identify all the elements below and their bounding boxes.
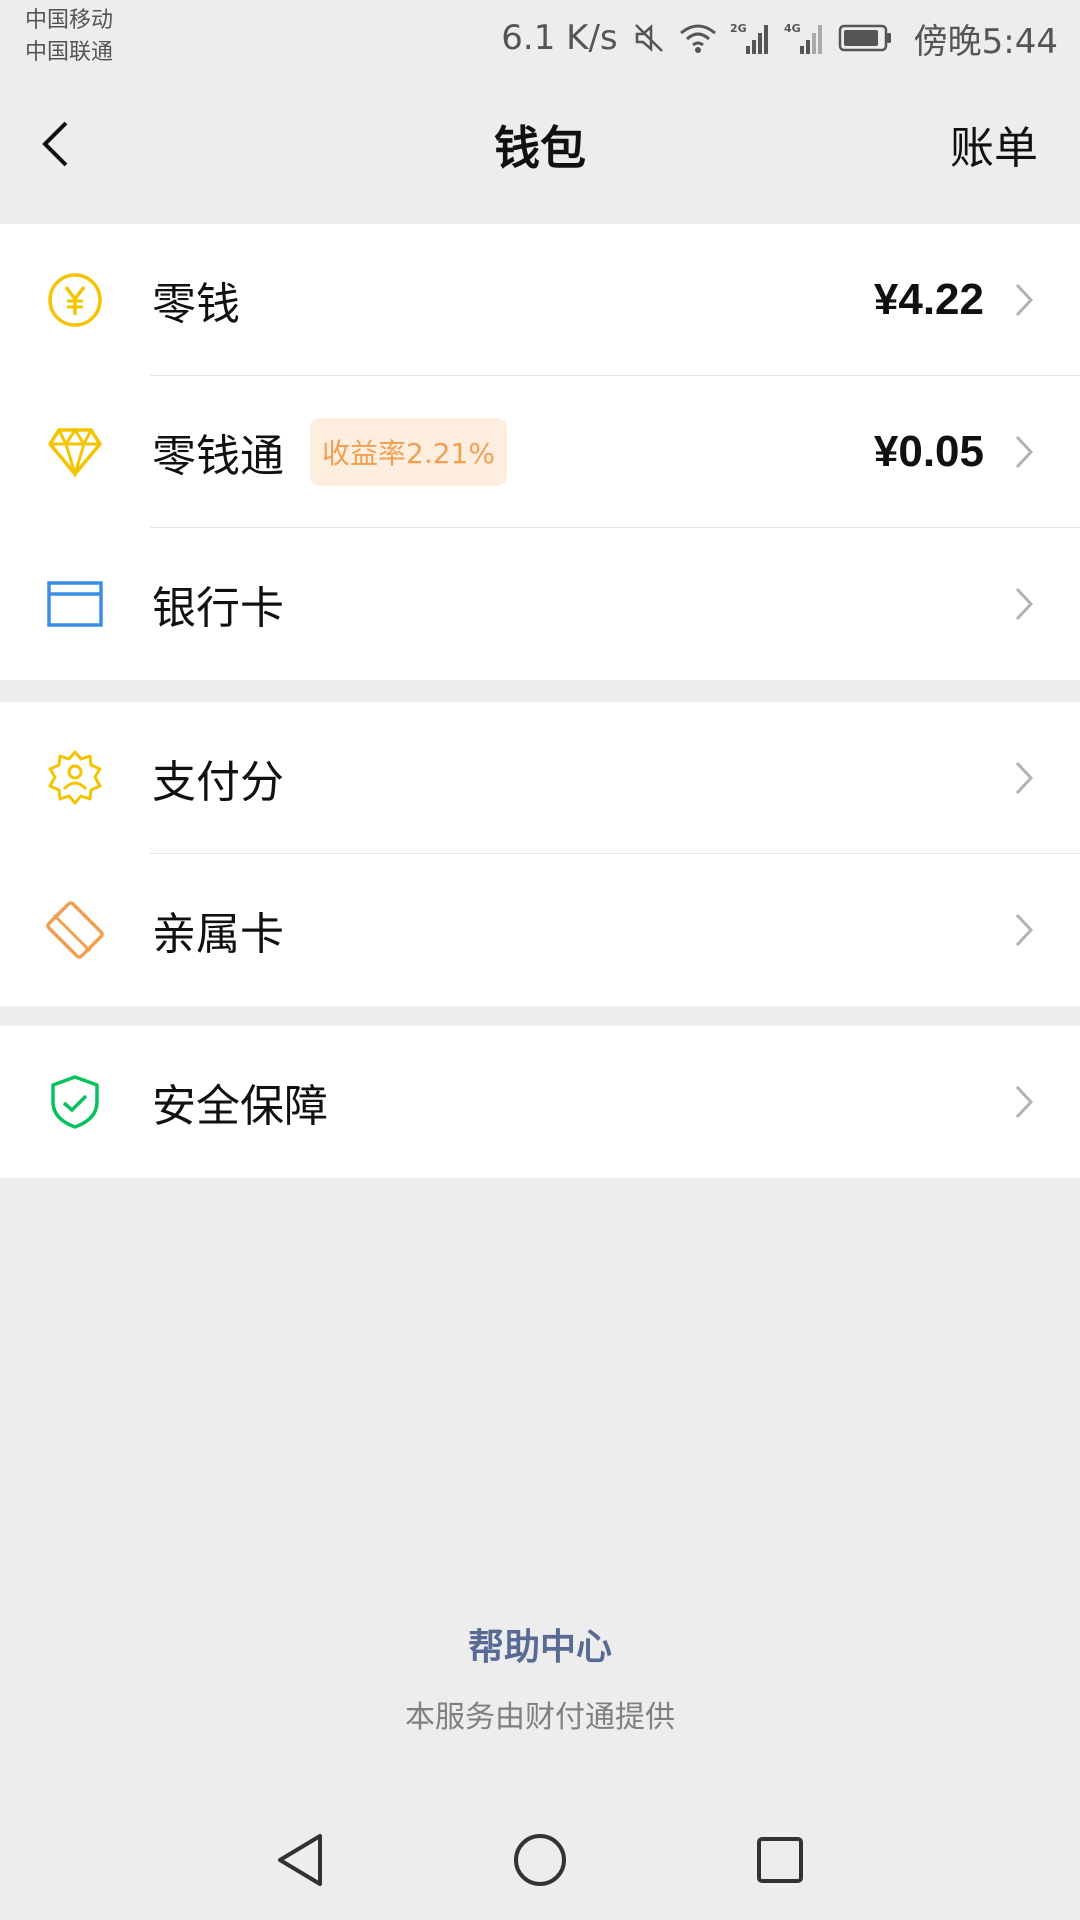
shield-check-icon (46, 1073, 104, 1131)
nav-home-button[interactable] (508, 1828, 572, 1892)
carrier-2: 中国联通 (25, 40, 114, 65)
battery-icon (838, 23, 894, 53)
mute-icon (632, 21, 666, 55)
svg-text:4G: 4G (784, 22, 801, 35)
carrier-info: 中国移动 中国联通 (25, 5, 113, 69)
signal-2g-icon: 2G (730, 20, 772, 56)
list-item-family-card[interactable]: 亲属卡 (0, 854, 1080, 1006)
bank-card-label: 银行卡 (152, 583, 284, 634)
system-nav-bar (0, 1800, 1080, 1920)
wallet-group-services: 支付分 亲属卡 (0, 702, 1080, 1006)
clock: 傍晚5:44 (913, 21, 1058, 62)
status-bar: 中国移动 中国联通 6.1 K/s 2G 4G 傍晚5:44 (0, 0, 1080, 76)
status-indicators: 6.1 K/s 2G 4G 傍晚5:44 (501, 8, 1058, 68)
triangle-back-icon (278, 1834, 322, 1886)
diamond-icon (46, 423, 104, 481)
balance-label: 零钱 (152, 279, 240, 330)
wallet-group-funds: 零钱 ¥4.22 零钱通 收益率2.21% ¥0.05 银行卡 (0, 224, 1080, 680)
page-title: 钱包 (494, 121, 586, 175)
list-item-pay-score[interactable]: 支付分 (0, 702, 1080, 854)
signal-4g-icon: 4G (784, 20, 826, 56)
balance-amount: ¥4.22 (873, 275, 984, 324)
nav-back-button[interactable] (268, 1828, 332, 1892)
licaitong-amount: ¥0.05 (873, 427, 984, 476)
chevron-right-icon (1012, 280, 1036, 320)
list-item-balance[interactable]: 零钱 ¥4.22 (0, 224, 1080, 376)
carrier-1: 中国移动 (25, 8, 114, 33)
yield-rate-badge: 收益率2.21% (310, 418, 507, 486)
bill-button[interactable]: 账单 (950, 112, 1038, 176)
network-speed: 6.1 K/s (501, 18, 618, 58)
square-recents-icon (757, 1837, 803, 1883)
nav-header: 钱包 账单 (0, 76, 1080, 224)
wallet-group-security: 安全保障 (0, 1026, 1080, 1178)
licaitong-label: 零钱通 (152, 431, 284, 482)
chevron-right-icon (1012, 1082, 1036, 1122)
wifi-icon (678, 21, 718, 55)
svg-text:2G: 2G (730, 22, 747, 35)
chevron-right-icon (1012, 758, 1036, 798)
yuan-coin-icon (46, 271, 104, 329)
family-card-icon (46, 901, 104, 959)
provider-note: 本服务由财付通提供 (405, 1700, 675, 1735)
pay-score-badge-icon (46, 749, 104, 807)
chevron-right-icon (1012, 584, 1036, 624)
chevron-right-icon (1012, 432, 1036, 472)
nav-recents-button[interactable] (748, 1828, 812, 1892)
security-label: 安全保障 (152, 1081, 328, 1132)
list-item-security[interactable]: 安全保障 (0, 1026, 1080, 1178)
list-item-licaitong[interactable]: 零钱通 收益率2.21% ¥0.05 (0, 376, 1080, 528)
list-item-bank-card[interactable]: 银行卡 (0, 528, 1080, 680)
chevron-right-icon (1012, 910, 1036, 950)
bank-card-icon (46, 575, 104, 633)
family-card-label: 亲属卡 (152, 909, 284, 960)
circle-home-icon (514, 1834, 566, 1886)
help-center-link[interactable]: 帮助中心 (0, 1618, 1080, 1670)
pay-score-label: 支付分 (152, 757, 284, 808)
